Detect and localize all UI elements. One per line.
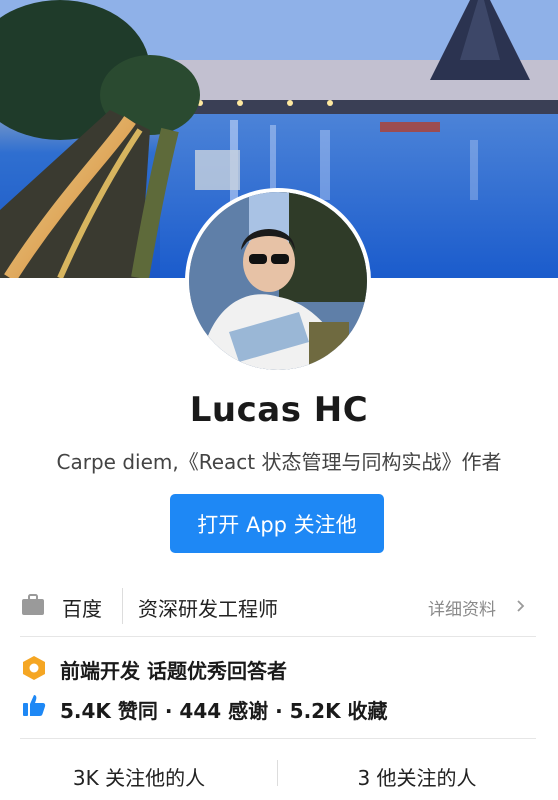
job-title: 资深研发工程师 xyxy=(138,597,278,621)
stats-text: 5.4K 赞同 · 444 感谢 · 5.2K 收藏 xyxy=(60,699,388,723)
profile-name: Lucas HC xyxy=(189,390,369,430)
detail-link[interactable]: 详细资料 xyxy=(428,595,496,620)
briefcase-icon xyxy=(22,594,44,615)
follow-stats: 3K 关注他的人 3 他关注的人 xyxy=(0,752,558,794)
employment-row[interactable]: 百度 资深研发工程师 详细资料 xyxy=(0,582,558,630)
badge-icon xyxy=(23,656,45,680)
avatar-photo xyxy=(189,192,367,370)
profile-bio: Carpe diem,《React 状态管理与同构实战》作者 xyxy=(56,450,502,474)
vertical-divider xyxy=(122,588,123,624)
followers-count[interactable]: 3K 关注他的人 xyxy=(0,762,278,791)
chevron-right-icon xyxy=(517,600,525,612)
divider xyxy=(20,636,536,637)
avatar[interactable] xyxy=(189,192,367,370)
open-app-follow-button[interactable]: 打开 App 关注他 xyxy=(170,494,384,553)
company-name: 百度 xyxy=(62,597,102,621)
stats-row: 5.4K 赞同 · 444 感谢 · 5.2K 收藏 xyxy=(22,693,542,723)
following-count[interactable]: 3 他关注的人 xyxy=(278,762,556,791)
thumbs-up-icon xyxy=(23,695,46,716)
divider xyxy=(20,738,536,739)
badge-text: 前端开发 话题优秀回答者 xyxy=(60,659,287,683)
achievement-badge-row[interactable]: 前端开发 话题优秀回答者 xyxy=(22,655,542,683)
